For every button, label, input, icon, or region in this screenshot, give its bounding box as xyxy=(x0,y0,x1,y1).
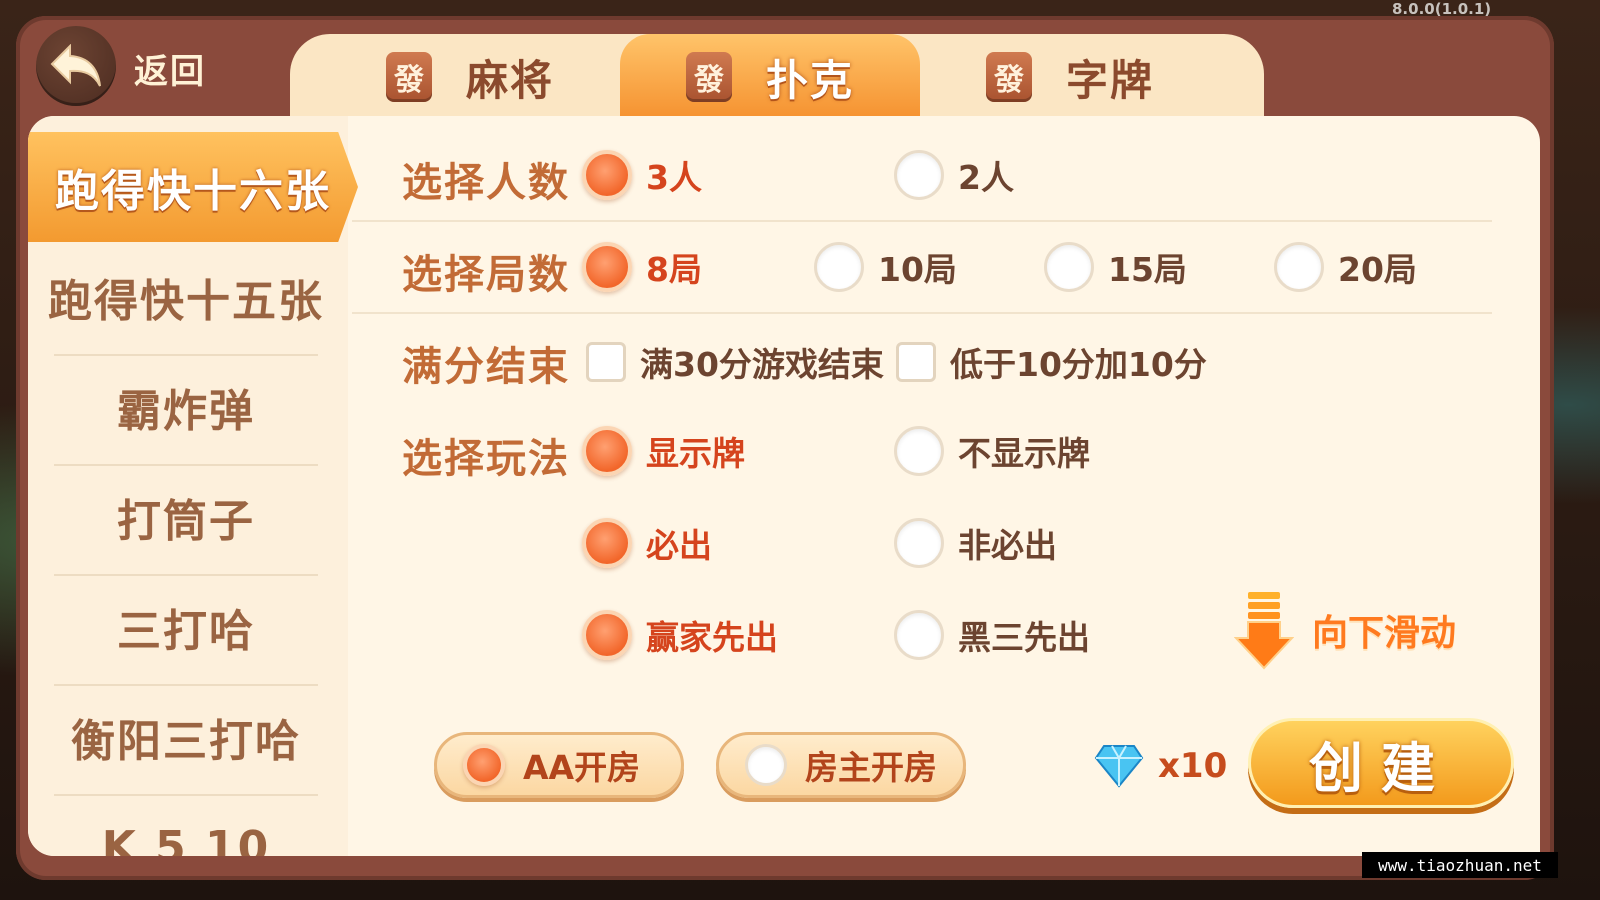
sidebar-item-sandaha[interactable]: 三打哈 xyxy=(28,572,344,682)
down-arrow-icon xyxy=(1234,592,1294,670)
watermark: www.tiaozhuan.net xyxy=(1362,852,1558,878)
option-label: 15局 xyxy=(1108,250,1187,289)
mahjong-tile-icon: 發 xyxy=(685,52,732,102)
option-label: 赢家先出 xyxy=(646,618,778,657)
tab-label: 麻将 xyxy=(465,55,554,105)
rounds-option-20[interactable]: 20局 xyxy=(1274,242,1417,292)
sidebar-item-datongzi[interactable]: 打筒子 xyxy=(28,462,344,572)
option-label: 8局 xyxy=(646,250,702,289)
game-sidebar[interactable]: 跑得快十六张 跑得快十五张 霸炸弹 打筒子 三打哈 衡阳三打哈 K 5 10 xyxy=(28,116,358,857)
end-option-30[interactable]: 满30分游戏结束 xyxy=(586,338,884,386)
create-button[interactable]: 创建 xyxy=(1248,718,1514,808)
play-option-hide-cards[interactable]: 不显示牌 xyxy=(894,426,1090,476)
rounds-option-8[interactable]: 8局 xyxy=(582,242,702,292)
play-option-show-cards[interactable]: 显示牌 xyxy=(582,426,745,476)
cost-text: x10 xyxy=(1158,746,1228,786)
option-label: 10局 xyxy=(878,250,957,289)
radio-unselected[interactable] xyxy=(1044,242,1094,292)
radio-selected[interactable] xyxy=(582,242,632,292)
option-label: 黑三先出 xyxy=(958,618,1090,657)
sidebar-item-paodekuai-15[interactable]: 跑得快十五张 xyxy=(28,242,344,352)
rounds-option-10[interactable]: 10局 xyxy=(814,242,957,292)
room-label: AA开房 xyxy=(523,748,641,787)
play-option-must-play[interactable]: 必出 xyxy=(582,518,712,568)
back-label[interactable]: 返回 xyxy=(134,44,206,93)
rounds-section-label: 选择局数 xyxy=(402,252,570,298)
radio-unselected[interactable] xyxy=(814,242,864,292)
sidebar-item-bazhadan[interactable]: 霸炸弹 xyxy=(28,352,344,462)
aa-room-button[interactable]: AA开房 xyxy=(434,732,684,798)
radio-selected[interactable] xyxy=(582,518,632,568)
checkbox-unchecked[interactable] xyxy=(896,342,936,382)
back-arrow-icon xyxy=(50,44,101,87)
option-label: 满30分游戏结束 xyxy=(640,345,884,384)
radio-selected[interactable] xyxy=(582,150,632,200)
option-label: 低于10分加10分 xyxy=(950,345,1207,384)
room-label: 房主开房 xyxy=(805,748,937,787)
radio-selected[interactable] xyxy=(463,744,505,786)
tab-mahjong[interactable]: 發 麻将 xyxy=(330,34,610,120)
option-label: 20局 xyxy=(1338,250,1417,289)
row-divider xyxy=(352,220,1492,222)
diamond-icon xyxy=(1094,745,1144,788)
players-option-3[interactable]: 3人 xyxy=(582,150,702,200)
mahjong-tile-icon: 發 xyxy=(985,52,1032,102)
option-label: 不显示牌 xyxy=(958,434,1090,473)
rounds-option-15[interactable]: 15局 xyxy=(1044,242,1187,292)
tab-label: 字牌 xyxy=(1065,55,1154,105)
option-label: 2人 xyxy=(958,158,1014,197)
scroll-down-hint: 向下滑动 xyxy=(1234,590,1456,670)
play-option-not-must-play[interactable]: 非必出 xyxy=(894,518,1057,568)
sidebar-item-k510[interactable]: K 5 10 xyxy=(28,792,344,857)
option-label: 3人 xyxy=(646,158,702,197)
play-section-label: 选择玩法 xyxy=(402,436,570,482)
radio-unselected[interactable] xyxy=(1274,242,1324,292)
radio-unselected[interactable] xyxy=(894,150,944,200)
radio-unselected[interactable] xyxy=(894,518,944,568)
owner-room-button[interactable]: 房主开房 xyxy=(716,732,966,798)
play-option-black-three-first[interactable]: 黑三先出 xyxy=(894,610,1090,660)
players-option-2[interactable]: 2人 xyxy=(894,150,1014,200)
create-label: 创建 xyxy=(1309,736,1453,800)
radio-unselected[interactable] xyxy=(745,744,787,786)
radio-selected[interactable] xyxy=(582,426,632,476)
option-label: 显示牌 xyxy=(646,434,745,473)
end-option-under10[interactable]: 低于10分加10分 xyxy=(896,338,1207,386)
back-button[interactable] xyxy=(36,26,116,106)
checkbox-unchecked[interactable] xyxy=(586,342,626,382)
option-label: 必出 xyxy=(646,526,712,565)
players-section-label: 选择人数 xyxy=(402,160,570,206)
tab-label: 扑克 xyxy=(765,55,854,105)
radio-unselected[interactable] xyxy=(894,610,944,660)
diamond-cost: x10 xyxy=(1094,744,1227,788)
option-label: 非必出 xyxy=(958,526,1057,565)
radio-selected[interactable] xyxy=(582,610,632,660)
radio-unselected[interactable] xyxy=(894,426,944,476)
sidebar-item-paodekuai-16[interactable]: 跑得快十六张 xyxy=(28,132,358,242)
scroll-hint-label: 向下滑动 xyxy=(1312,613,1457,654)
row-divider xyxy=(352,312,1492,314)
mahjong-tile-icon: 發 xyxy=(385,52,432,102)
tab-word-cards[interactable]: 發 字牌 xyxy=(930,34,1210,120)
play-option-winner-first[interactable]: 赢家先出 xyxy=(582,610,778,660)
tab-poker[interactable]: 發 扑克 xyxy=(620,34,920,120)
sidebar-item-hengyang-sandaha[interactable]: 衡阳三打哈 xyxy=(28,682,344,792)
end-section-label: 满分结束 xyxy=(402,344,570,390)
